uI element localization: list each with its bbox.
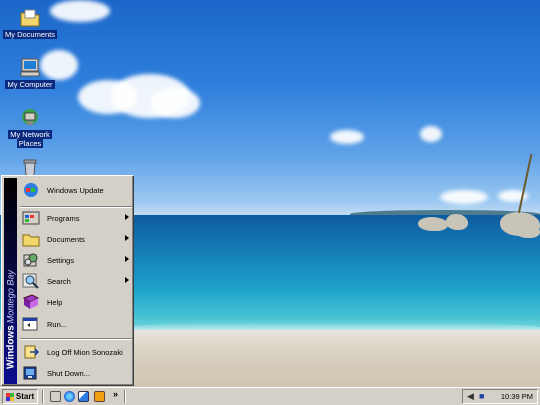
menu-item-label: Programs xyxy=(47,213,80,223)
menu-item-label: Shut Down... xyxy=(47,368,90,378)
quick-launch-overflow-button[interactable]: » xyxy=(113,389,118,399)
menu-item-help[interactable]: Help xyxy=(19,292,133,312)
desktop-icon-label: My Documents xyxy=(2,30,57,39)
settings-icon xyxy=(22,252,40,268)
taskbar-divider xyxy=(42,390,44,403)
submenu-arrow-icon xyxy=(125,256,129,262)
system-tray: ◀ ■ 10:39 PM xyxy=(462,389,538,404)
menu-item-windows-update[interactable]: Windows Update xyxy=(19,179,133,201)
menu-item-label: Help xyxy=(47,297,63,307)
submenu-arrow-icon xyxy=(125,235,129,241)
windows-flag-icon xyxy=(5,392,14,401)
taskbar-divider xyxy=(124,390,126,403)
banner-brand: Windows xyxy=(5,325,16,369)
menu-item-documents[interactable]: Documents xyxy=(19,229,133,249)
menu-item-run[interactable]: Run... xyxy=(19,314,133,334)
desktop-icon-label: My Computer xyxy=(5,80,55,89)
volume-icon[interactable]: ◀ xyxy=(467,391,474,402)
taskbar: Start » ◀ ■ 10:39 PM xyxy=(0,387,540,405)
menu-item-settings[interactable]: Settings xyxy=(19,250,133,270)
start-button-label: Start xyxy=(15,392,35,401)
submenu-arrow-icon xyxy=(125,277,129,283)
banner-edition: Montego Bay xyxy=(5,270,15,324)
menu-item-log-off[interactable]: Log Off Mion Sonozaki xyxy=(19,342,133,362)
start-menu: WindowsMontego Bay Windows Update Progra… xyxy=(1,175,134,386)
computer-icon xyxy=(19,58,41,78)
taskbar-clock[interactable]: 10:39 PM xyxy=(501,392,533,401)
submenu-arrow-icon xyxy=(125,214,129,220)
desktop-icon-label-line2: Places xyxy=(16,139,44,148)
shut-down-icon xyxy=(22,365,40,381)
windows-update-icon xyxy=(22,182,40,198)
outlook-express-icon[interactable] xyxy=(78,391,89,402)
network-tray-icon[interactable]: ■ xyxy=(479,391,484,401)
media-player-icon[interactable] xyxy=(94,391,105,402)
desktop-icon-my-documents[interactable]: My Documents xyxy=(2,8,58,39)
internet-explorer-icon[interactable] xyxy=(64,391,75,402)
menu-item-programs[interactable]: Programs xyxy=(19,208,133,228)
desktop-icon-my-computer[interactable]: My Computer xyxy=(2,58,58,89)
desktop-icon-my-network-places[interactable]: My Network Places xyxy=(2,108,58,148)
menu-item-label: Windows Update xyxy=(47,185,104,195)
menu-item-label: Run... xyxy=(47,319,68,329)
menu-item-label: Settings xyxy=(47,255,75,265)
network-icon xyxy=(19,108,41,128)
folder-icon xyxy=(19,8,41,28)
start-menu-banner: WindowsMontego Bay xyxy=(4,178,17,384)
menu-separator xyxy=(20,338,132,340)
help-book-icon xyxy=(22,294,40,310)
documents-folder-icon xyxy=(22,231,40,247)
run-icon xyxy=(22,316,40,332)
menu-item-label: Documents xyxy=(47,234,85,244)
show-desktop-icon[interactable] xyxy=(50,391,61,402)
menu-item-search[interactable]: Search xyxy=(19,271,133,291)
search-icon xyxy=(22,273,40,289)
menu-item-shut-down[interactable]: Shut Down... xyxy=(19,363,133,383)
menu-item-label: Search xyxy=(47,276,71,286)
desktop-icon-label-line1: My Network xyxy=(8,130,52,139)
log-off-icon xyxy=(22,344,40,360)
programs-icon xyxy=(22,210,40,226)
menu-item-label: Log Off Mion Sonozaki xyxy=(47,347,123,357)
start-button[interactable]: Start xyxy=(2,389,38,404)
